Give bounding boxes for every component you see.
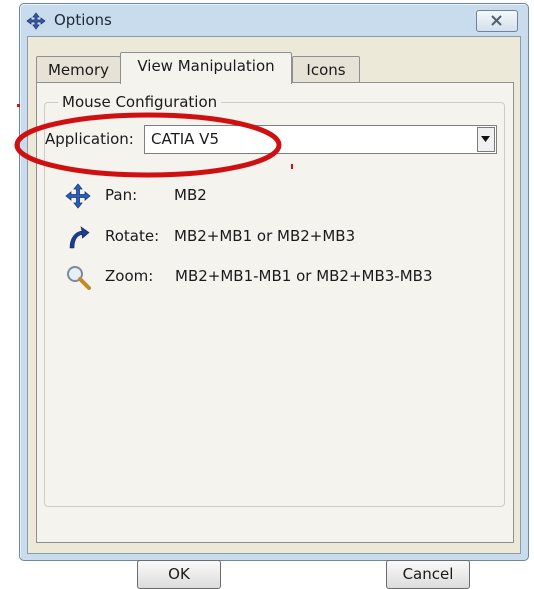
annotation-mark: [291, 164, 293, 169]
application-select[interactable]: CATIA V5: [144, 125, 497, 154]
zoom-value: MB2+MB1-MB1 or MB2+MB3-MB3: [175, 267, 433, 285]
options-dialog: Options Memory View Manipulation Icons M…: [19, 3, 529, 589]
pan-arrows-icon: [25, 12, 47, 30]
application-label: Application:: [45, 130, 134, 148]
cancel-button[interactable]: Cancel: [386, 560, 470, 589]
annotation-mark: [17, 104, 20, 107]
window-title: Options: [54, 11, 112, 29]
ok-button[interactable]: OK: [137, 560, 221, 589]
pan-icon: [65, 183, 91, 209]
rotate-icon: [65, 224, 91, 250]
close-button[interactable]: [476, 10, 518, 32]
dropdown-button[interactable]: [477, 127, 495, 152]
tab-icons[interactable]: Icons: [292, 56, 360, 84]
tab-view-manipulation[interactable]: View Manipulation: [120, 52, 292, 84]
application-value: CATIA V5: [151, 130, 219, 148]
rotate-label: Rotate:: [105, 227, 160, 245]
title-bar[interactable]: Options: [20, 4, 528, 36]
dialog-client-area: Memory View Manipulation Icons Mouse Con…: [27, 36, 521, 589]
pan-label: Pan:: [105, 186, 138, 204]
pan-value: MB2: [174, 186, 207, 204]
rotate-value: MB2+MB1 or MB2+MB3: [174, 227, 356, 245]
close-icon: [491, 15, 502, 26]
zoom-icon: [65, 264, 91, 290]
group-title: Mouse Configuration: [58, 93, 222, 111]
zoom-label: Zoom:: [105, 267, 154, 285]
mouse-configuration-group: Mouse Configuration: [44, 93, 505, 507]
chevron-down-icon: [481, 136, 490, 142]
tab-memory[interactable]: Memory: [36, 56, 121, 84]
